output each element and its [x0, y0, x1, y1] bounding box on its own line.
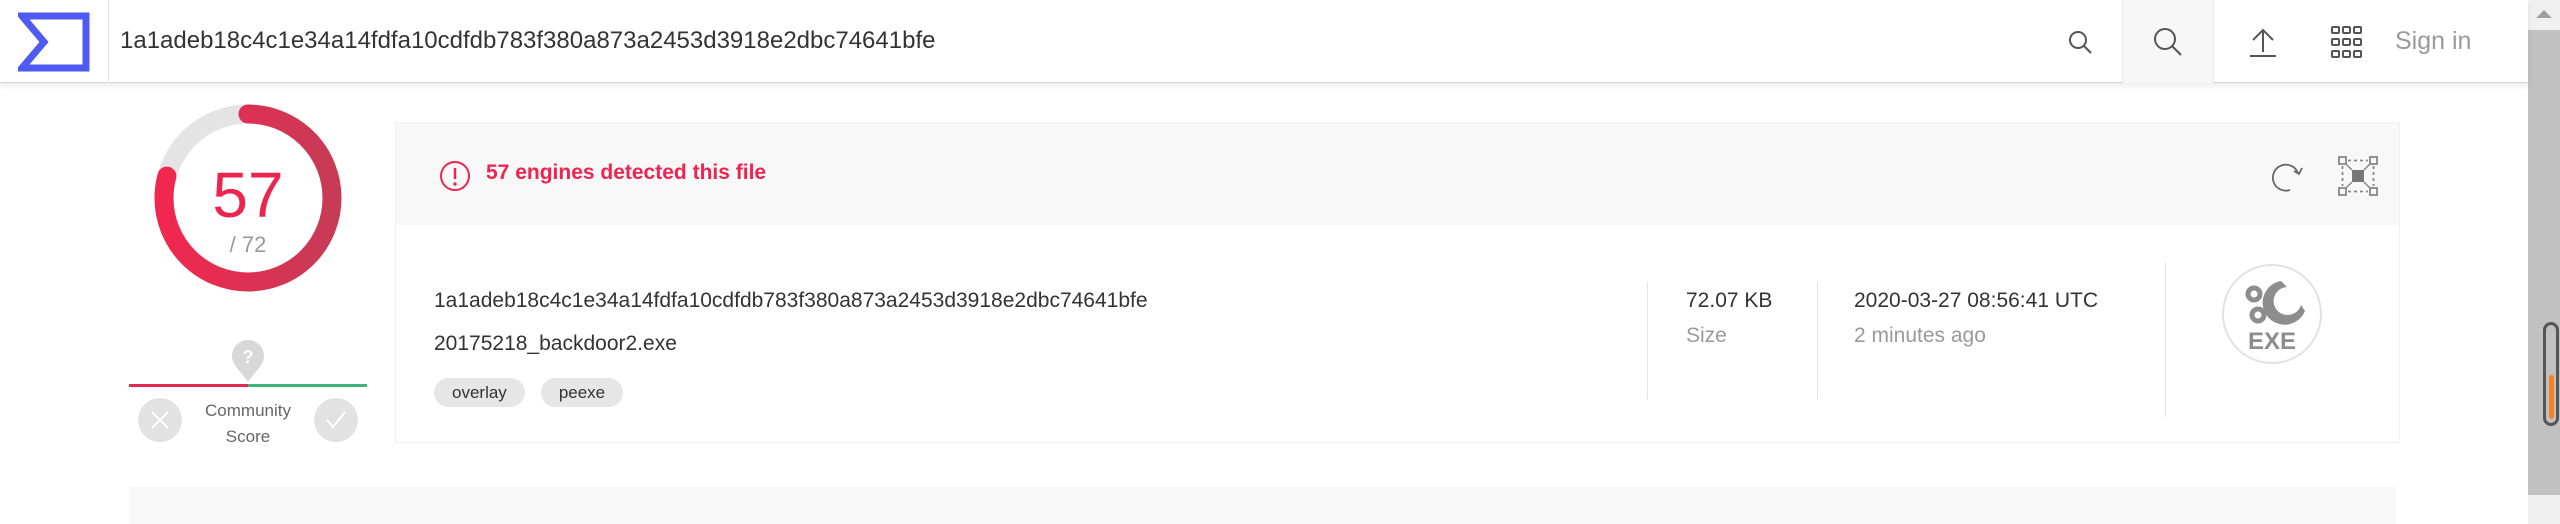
tag-list: overlay peexe [434, 378, 624, 407]
sign-in-link[interactable]: Sign in [2395, 0, 2471, 83]
file-size: 72.07 KB [1686, 289, 1773, 312]
tag[interactable]: overlay [434, 378, 525, 407]
label-line: Score [225, 427, 271, 446]
vote-malicious-button[interactable] [138, 398, 182, 442]
divider [108, 0, 109, 83]
divider [1817, 282, 1818, 399]
reanalyze-icon[interactable] [2270, 159, 2306, 195]
apps-grid-icon [2331, 25, 2362, 58]
file-size-label: Size [1686, 324, 1727, 347]
inline-search-button[interactable] [2058, 0, 2102, 83]
detection-summary: 57 engines detected this file [486, 161, 767, 184]
file-type-label: EXE [2248, 328, 2296, 355]
question-icon: ? [232, 340, 264, 382]
exe-file-type-icon: EXE [2222, 264, 2322, 364]
tag[interactable]: peexe [540, 378, 624, 407]
top-bar: Sign in [0, 0, 2528, 83]
search-input[interactable] [120, 18, 2020, 64]
search-icon [2154, 27, 2182, 56]
file-name: 20175218_backdoor2.exe [434, 332, 677, 355]
divider [1647, 282, 1648, 399]
svg-text:?: ? [243, 347, 254, 367]
upload-icon [2250, 28, 2276, 57]
apps-button[interactable] [2322, 0, 2372, 83]
file-summary-card: 57 engines detected this file 1a1adeb18c… [395, 122, 2400, 443]
scrollbar-thumb[interactable] [2543, 322, 2559, 426]
detection-count: 57 [212, 159, 284, 231]
close-icon [151, 411, 169, 429]
scroll-up-arrow-icon[interactable] [2534, 8, 2554, 20]
community-score-label: Community Score [188, 398, 308, 450]
virustotal-logo[interactable] [18, 12, 90, 72]
scrollbar-track[interactable] [2528, 30, 2560, 495]
detection-panel [129, 487, 2396, 524]
detection-header: 57 engines detected this file [396, 123, 2399, 225]
alert-icon [440, 161, 470, 191]
check-icon [326, 411, 346, 429]
search-button[interactable] [2122, 0, 2214, 83]
divider [2165, 262, 2166, 417]
upload-button[interactable] [2238, 0, 2288, 83]
file-hash[interactable]: 1a1adeb18c4c1e34a14fdfa10cdfdb783f380a87… [434, 289, 1148, 313]
community-bar-positive [248, 384, 367, 387]
engine-total: / 72 [229, 232, 267, 257]
search-icon [2069, 30, 2092, 54]
analysis-date: 2020-03-27 08:56:41 UTC [1854, 289, 2098, 312]
vote-harmless-button[interactable] [314, 398, 358, 442]
similar-files-icon[interactable] [2338, 156, 2378, 196]
analysis-relative-time: 2 minutes ago [1854, 324, 1986, 347]
community-bar-negative [129, 384, 248, 387]
label-line: Community [205, 401, 291, 420]
